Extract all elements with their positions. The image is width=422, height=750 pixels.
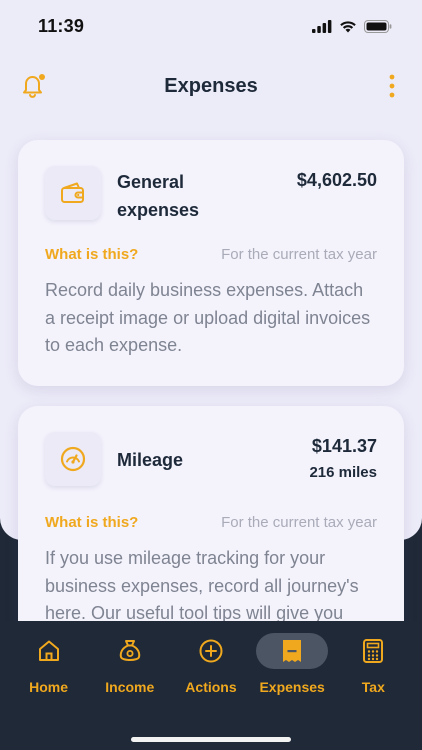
tab-income[interactable]: Income [92,633,168,695]
card-amount: $141.37 [311,436,377,456]
tab-label: Actions [185,679,237,695]
tab-label: Income [105,679,155,695]
battery-icon [364,19,392,33]
screen: 11:39 Expenses General expenses $4,602.5… [0,0,422,706]
card-description: If you use mileage tracking for your bus… [45,548,359,623]
card-icon-tile [45,432,101,486]
card-header: General expenses $4,602.50 [45,140,377,236]
plus-circle-icon [199,639,223,663]
what-is-this-link[interactable]: What is this? [45,246,138,263]
status-time: 11:39 [38,15,85,36]
tab-label: Expenses [259,679,325,695]
card-icon-tile [45,166,101,220]
app-header: Expenses [0,60,422,112]
calculator-icon [363,639,384,663]
page-title: Expenses [164,74,258,97]
notification-bell-icon[interactable] [18,70,48,100]
receipt-icon [283,640,302,662]
tab-label: Tax [361,679,385,695]
tab-home[interactable]: Home [11,633,87,695]
money-bag-icon [119,640,141,661]
card-info-row: What is this? For the current tax year [45,514,377,531]
wallet-icon [61,182,84,203]
tab-label: Home [29,679,69,695]
wifi-icon [340,20,356,32]
card-title: General expenses [117,172,200,220]
speedometer-icon [60,446,86,472]
tab-tax[interactable]: Tax [335,633,411,695]
tab-actions[interactable]: Actions [173,633,249,695]
period-label: For the current tax year [221,246,377,263]
more-menu-icon[interactable] [386,73,398,99]
home-indicator [131,737,291,742]
general-expenses-card[interactable]: General expenses $4,602.50 What is this?… [18,140,404,386]
what-is-this-link[interactable]: What is this? [45,514,138,531]
status-icons [312,19,392,33]
card-title: Mileage [117,450,184,470]
card-description: Record daily business expenses. Attach a… [45,280,371,355]
status-bar: 11:39 [0,0,422,52]
card-amount: $4,602.50 [296,170,377,190]
period-label: For the current tax year [221,514,377,531]
card-amount-sub: 216 miles [309,464,377,481]
card-header: Mileage $141.37 216 miles [45,406,377,502]
home-icon [38,640,59,661]
card-info-row: What is this? For the current tax year [45,246,377,263]
bottom-tab-bar: Home Income Actions Expenses Tax [0,621,422,750]
tab-expenses[interactable]: Expenses [254,633,330,695]
cellular-signal-icon [312,19,332,33]
